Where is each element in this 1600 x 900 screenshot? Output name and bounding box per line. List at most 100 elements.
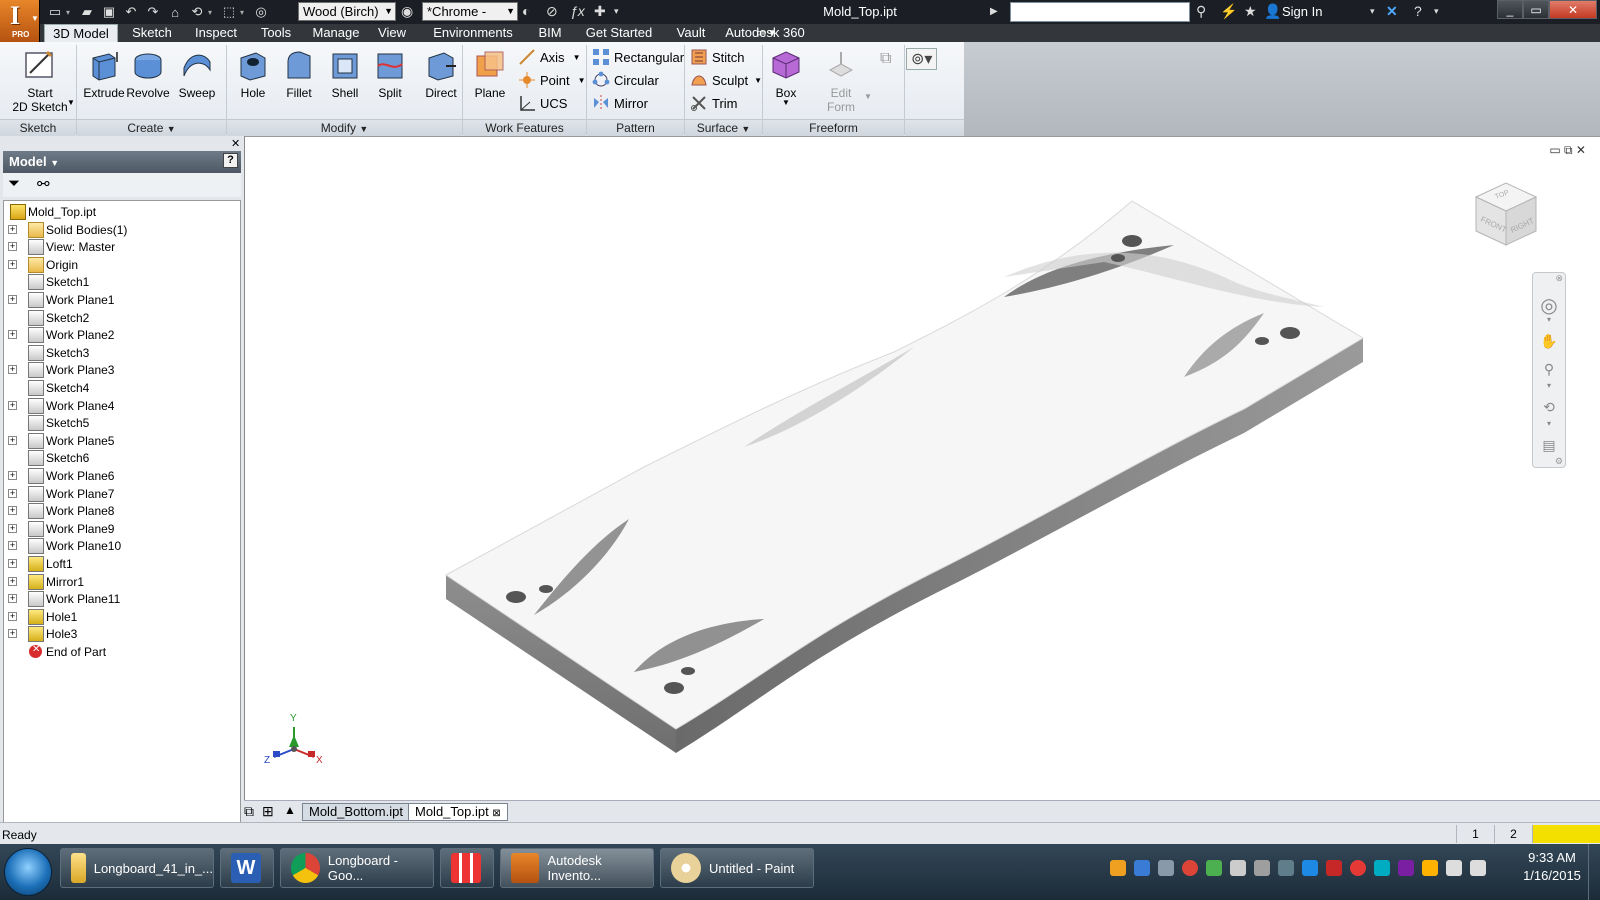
tray-display-icon[interactable] [1254, 860, 1270, 876]
tree-node[interactable]: Sketch1 [6, 273, 89, 291]
longboard-mold-model[interactable]: Y X Z TOP FRONT RIGHT [244, 137, 1600, 800]
open-icon[interactable]: ▰ [76, 2, 98, 22]
expand-icon[interactable]: + [8, 559, 17, 568]
find-binoculars-icon[interactable]: ⚯ [37, 175, 50, 193]
favorites-star-icon[interactable]: ★ [1244, 3, 1257, 20]
tray-volume-icon[interactable] [1470, 860, 1486, 876]
chevron-down-icon[interactable]: ▼ [67, 98, 75, 107]
expand-icon[interactable]: + [8, 242, 17, 252]
tree-node[interactable]: + Loft1 [6, 555, 73, 573]
update-dropdown-icon[interactable]: ▾ [208, 8, 218, 17]
select-icon[interactable]: ⬚ [218, 2, 240, 22]
browser-help-button[interactable]: ? [223, 153, 238, 168]
chevron-down-icon[interactable]: ▾ [1539, 381, 1559, 391]
tray-onenote-icon[interactable] [1398, 860, 1414, 876]
trim-button[interactable]: Trim [690, 92, 738, 114]
tree-node[interactable]: + Work Plane10 [6, 537, 121, 555]
tray-network-icon[interactable] [1158, 860, 1174, 876]
sweep-button[interactable]: Sweep [171, 48, 223, 120]
close-button[interactable]: ✕ [1549, 0, 1597, 19]
material-combo[interactable]: Wood (Birch) ▼ [298, 2, 396, 21]
binoculars-icon[interactable]: ⚲ [1196, 3, 1206, 20]
tray-sync-icon[interactable] [1278, 860, 1294, 876]
new-file-icon[interactable]: ▭ [44, 2, 66, 22]
app-menu-button[interactable]: I PRO ▼ [0, 0, 40, 42]
help-icon[interactable]: ? [1414, 3, 1422, 19]
subscription-icon[interactable]: ⚡ [1220, 3, 1237, 20]
update-icon[interactable]: ⟲ [186, 2, 208, 22]
help-dropdown-icon[interactable]: ▾ [1434, 6, 1439, 17]
steering-wheel-icon[interactable]: ◎ [1539, 293, 1559, 317]
add-icon[interactable]: ✚ [594, 3, 606, 20]
tray-bluetooth-icon[interactable] [1302, 860, 1318, 876]
navbar-close-icon[interactable]: ⊗ [1555, 273, 1563, 284]
expand-icon[interactable]: + [8, 523, 17, 533]
tray-skype-icon[interactable] [1374, 860, 1390, 876]
undo-icon[interactable]: ↶ [120, 2, 142, 22]
tab-bim[interactable]: BIM [528, 24, 572, 42]
tree-node[interactable]: + Work Plane2 [6, 326, 114, 344]
tab-manage[interactable]: Manage [302, 24, 370, 42]
expand-icon[interactable]: + [8, 611, 17, 621]
taskbar-word[interactable]: W [220, 848, 274, 888]
show-desktop-button[interactable] [1588, 844, 1600, 900]
expand-icon[interactable]: + [8, 471, 17, 480]
home-icon[interactable]: ⌂ [164, 2, 186, 22]
help-search-input[interactable] [1010, 2, 1190, 22]
mirror-button[interactable]: Mirror [592, 92, 648, 114]
ucs-button[interactable]: UCS [518, 92, 567, 114]
exchange-apps-icon[interactable]: ✕ [1386, 3, 1398, 20]
tab-vault[interactable]: Vault [668, 24, 714, 42]
freeform-box-button[interactable]: Box [760, 48, 812, 120]
expand-icon[interactable]: + [8, 506, 17, 516]
fx-icon[interactable]: ƒx [570, 3, 585, 19]
tray-dropbox-icon[interactable] [1230, 860, 1246, 876]
sign-in-dropdown-icon[interactable]: ▾ [1370, 6, 1375, 17]
tray-chrome-icon[interactable] [1182, 860, 1198, 876]
grid-icon[interactable]: ⊞ [262, 803, 274, 820]
point-button[interactable]: Point ▼ [518, 69, 586, 91]
tree-node[interactable]: + Work Plane7 [6, 485, 114, 503]
sign-in-link[interactable]: Sign In [1282, 4, 1322, 19]
tab-view[interactable]: View [370, 24, 414, 42]
tree-node[interactable]: + Work Plane5 [6, 432, 114, 450]
start-button[interactable] [4, 848, 52, 896]
rectangular-pattern-button[interactable]: Rectangular [592, 46, 684, 68]
plane-button[interactable]: Plane [464, 48, 516, 120]
adjust-icon[interactable]: ◐ [522, 3, 530, 19]
convert-icon[interactable]: ⧉ [880, 50, 891, 68]
expand-icon[interactable]: + [8, 541, 17, 551]
tree-node[interactable]: + Work Plane1 [6, 291, 114, 309]
chevron-down-icon[interactable]: ▼ [782, 98, 790, 107]
expand-icon[interactable]: + [8, 629, 17, 639]
expand-icon[interactable]: + [8, 365, 17, 375]
panel-label-create[interactable]: Create ▼ [77, 119, 226, 136]
tab-tools[interactable]: Tools [250, 24, 302, 42]
tree-node[interactable]: + Work Plane6 [6, 467, 114, 485]
tree-node[interactable]: + View: Master [6, 238, 115, 256]
fillet-button[interactable]: Fillet [273, 48, 325, 120]
tree-node[interactable]: + Work Plane3 [6, 361, 114, 379]
tree-node[interactable]: + Mirror1 [6, 573, 84, 591]
appearance-combo[interactable]: *Chrome - ▼ [422, 2, 518, 21]
tile-icon[interactable]: ⧉ [244, 803, 254, 820]
expand-icon[interactable]: + [8, 259, 17, 269]
tab-get-started[interactable]: Get Started [572, 24, 666, 42]
save-icon[interactable]: ▣ [98, 2, 120, 22]
tray-usb-icon[interactable] [1206, 860, 1222, 876]
tree-node[interactable]: + Hole3 [6, 625, 77, 643]
hole-button[interactable]: Hole [227, 48, 279, 120]
tree-node[interactable]: + Hole1 [6, 608, 77, 626]
appearance-color-icon[interactable]: ◉ [401, 3, 413, 20]
sculpt-button[interactable]: Sculpt ▼ [690, 69, 762, 91]
tree-node[interactable]: + Work Plane11 [6, 590, 120, 608]
clock-date[interactable]: 1/16/2015 [1520, 868, 1584, 883]
panel-label-modify[interactable]: Modify ▼ [227, 119, 462, 136]
select-dropdown-icon[interactable]: ▾ [240, 8, 250, 17]
doc-tab-mold-bottom[interactable]: Mold_Bottom.ipt [302, 803, 410, 821]
start-2d-sketch-button[interactable]: Start 2D Sketch [12, 48, 68, 120]
tree-node[interactable]: Sketch5 [6, 414, 89, 432]
filter-icon[interactable]: ⏷ [8, 175, 20, 192]
tray-acrobat-icon[interactable] [1350, 860, 1366, 876]
chevron-down-icon[interactable]: ▾ [1539, 419, 1559, 429]
